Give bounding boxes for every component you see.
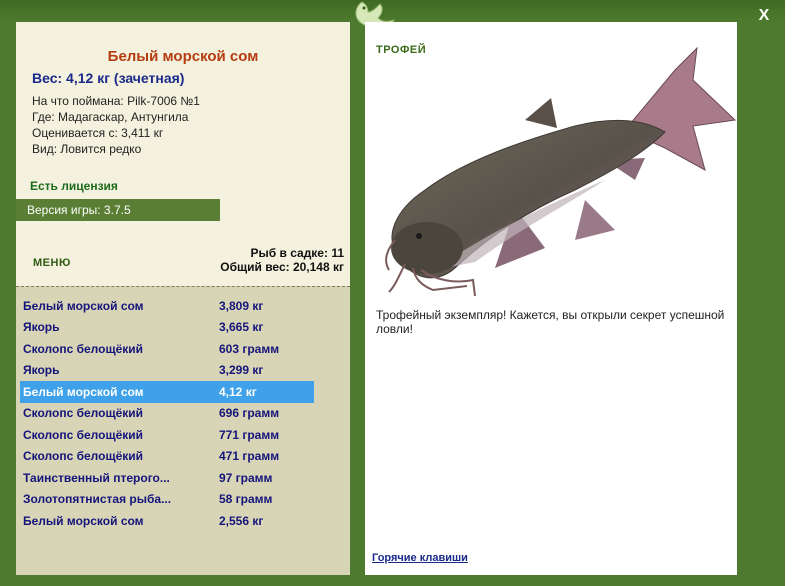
fish-row-name: Сколопс белощёкий — [23, 427, 144, 442]
fish-row-name: Белый морской сом — [23, 298, 144, 313]
fish-row-name: Белый морской сом — [23, 513, 144, 528]
fish-row-name: Белый морской сом — [23, 384, 144, 399]
fish-row-name: Якорь — [23, 320, 60, 335]
fish-list-row[interactable]: Сколопс белощёкий 471 грамм — [20, 446, 314, 468]
fish-row-weight: 4,12 кг — [219, 384, 257, 399]
trophy-text: Трофейный экземпляр! Кажется, вы открыли… — [376, 308, 725, 336]
caught-with: На что поймана: Pilk-7006 №1 — [32, 94, 200, 108]
fish-row-weight: 471 грамм — [219, 449, 280, 464]
fish-row-name: Сколопс белощёкий — [23, 341, 144, 356]
fish-row-weight: 97 грамм — [219, 470, 273, 485]
fish-title: Белый морской сом — [107, 48, 259, 65]
fish-row-weight: 696 грамм — [219, 406, 280, 421]
version-bar: Версия игры: 3.7.5 — [16, 199, 220, 221]
fish-list-row[interactable]: Белый морской сом 2,556 кг — [20, 510, 314, 532]
hotkeys-link[interactable]: Горячие клавиши — [372, 552, 468, 564]
window-frame: X Белый морской сом Вес: 4,12 кг (зачетн… — [0, 0, 785, 586]
cage-stats: Рыб в садке: 11 Общий вес: 20,148 кг — [220, 246, 344, 274]
fish-info-panel: Белый морской сом Вес: 4,12 кг (зачетная… — [16, 22, 350, 575]
cage-total-weight: Общий вес: 20,148 кг — [220, 260, 344, 274]
fish-row-name: Сколопс белощёкий — [23, 406, 144, 421]
license-status: Есть лицензия — [30, 179, 118, 193]
fish-row-weight: 603 грамм — [219, 341, 280, 356]
location: Где: Мадагаскар, Антунгила — [32, 110, 189, 124]
fish-row-weight: 58 грамм — [219, 492, 273, 507]
fish-list-row[interactable]: Сколопс белощёкий 696 грамм — [20, 403, 314, 425]
fish-list-row[interactable]: Таинственный птерого... 97 грамм — [20, 467, 314, 489]
fish-row-weight: 3,299 кг — [219, 363, 264, 378]
fish-list-row[interactable]: Белый морской сом 4,12 кг — [20, 381, 314, 403]
fish-list-row[interactable]: Сколопс белощёкий 771 грамм — [20, 424, 314, 446]
divider — [16, 286, 350, 287]
trophy-panel: ТРОФЕЙ Трофейный экземпляр! Кажется, вы … — [365, 22, 737, 575]
fish-list-row[interactable]: Сколопс белощёкий 603 грамм — [20, 338, 314, 360]
fish-list-row[interactable]: Якорь 3,299 кг — [20, 360, 314, 382]
fish-list-row[interactable]: Белый морской сом 3,809 кг — [20, 295, 314, 317]
close-icon[interactable]: X — [754, 6, 774, 26]
fish-row-weight: 3,665 кг — [219, 320, 264, 335]
estimated-weight: Оценивается с: 3,411 кг — [32, 126, 164, 140]
fish-list-row[interactable]: Золотопятнистая рыба... 58 грамм — [20, 489, 314, 511]
catfish-image — [385, 46, 737, 297]
fish-kind: Вид: Ловится редко — [32, 142, 142, 156]
fish-row-name: Якорь — [23, 363, 60, 378]
cage-count: Рыб в садке: 11 — [250, 246, 344, 260]
fish-list: Белый морской сом 3,809 кг Якорь 3,665 кг Ск… — [20, 295, 314, 532]
fish-row-name: Золотопятнистая рыба... — [23, 492, 172, 507]
fish-row-weight: 771 грамм — [219, 427, 280, 442]
menu-button[interactable]: МЕНЮ — [33, 257, 71, 269]
fish-row-name: Таинственный птерого... — [23, 470, 170, 485]
fish-row-weight: 3,809 кг — [219, 298, 264, 313]
fish-row-weight: 2,556 кг — [219, 513, 264, 528]
fish-weight: Вес: 4,12 кг (зачетная) — [32, 70, 185, 86]
fish-row-name: Сколопс белощёкий — [23, 449, 144, 464]
fish-list-row[interactable]: Якорь 3,665 кг — [20, 317, 314, 339]
